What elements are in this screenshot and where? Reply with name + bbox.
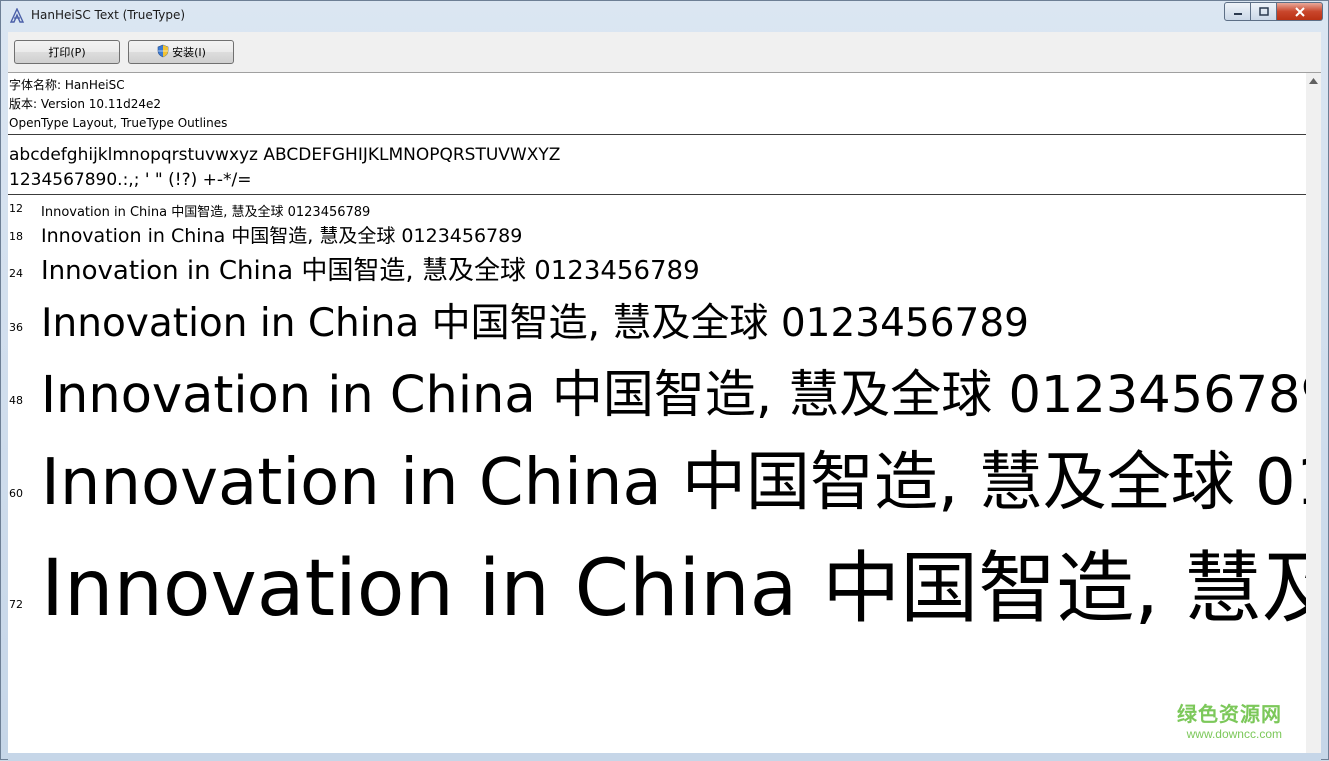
sample-size-label: 72 (9, 598, 23, 611)
close-icon (1294, 6, 1305, 17)
vertical-scrollbar[interactable] (1306, 73, 1321, 753)
arrow-up-icon (1309, 77, 1318, 84)
title-bar[interactable]: HanHeiSC Text (TrueType) (1, 1, 1328, 31)
watermark: 绿色资源网 www.downcc.com (1177, 698, 1282, 741)
sample-size-label: 48 (9, 394, 23, 407)
sample-text: Innovation in China 中国智造, 慧及全球 012345678… (41, 205, 371, 220)
font-app-icon (9, 7, 25, 24)
print-button[interactable]: 打印(P) (14, 40, 120, 64)
window-title: HanHeiSC Text (TrueType) (31, 8, 186, 22)
install-button-label: 安装(I) (172, 46, 206, 59)
sample-text: Innovation in China 中国智造, 慧及全球 012345678… (41, 446, 1306, 520)
sample-size-label: 24 (9, 267, 23, 280)
font-name-text: 字体名称: HanHeiSC (9, 78, 125, 92)
watermark-name: 绿色资源网 (1177, 702, 1282, 726)
sample-size-label: 18 (9, 230, 23, 243)
minimize-button[interactable] (1224, 2, 1251, 21)
font-version-text: 版本: Version 10.11d24e2 (9, 97, 162, 111)
print-button-label: 打印(P) (48, 46, 86, 59)
install-button[interactable]: 安装(I) (128, 40, 234, 64)
sample-text: Innovation in China 中国智造, 慧及全球 012345678… (41, 256, 700, 286)
charset-digits: 1234567890.:,; ' " (!?) +-*/= (9, 170, 252, 190)
divider (8, 194, 1306, 195)
toolbar: 打印(P) 安装(I) (8, 32, 1321, 73)
sample-text: Innovation in China 中国智造, 慧及全球 012345678… (41, 225, 523, 247)
sample-size-label: 12 (9, 202, 23, 215)
charset-letters: abcdefghijklmnopqrstuvwxyz ABCDEFGHIJKLM… (9, 145, 561, 165)
sample-size-label: 60 (9, 487, 23, 500)
sample-text: Innovation in China 中国智造, 慧及全球 012345678… (41, 366, 1306, 425)
watermark-url: www.downcc.com (1186, 727, 1282, 741)
sample-text: Innovation in China 中国智造, 慧及全球 012345678… (41, 544, 1306, 634)
maximize-icon (1258, 6, 1269, 16)
charset-preview: abcdefghijklmnopqrstuvwxyz ABCDEFGHIJKLM… (9, 143, 560, 193)
font-preview-area: 字体名称: HanHeiSC 版本: Version 10.11d24e2 Op… (8, 73, 1306, 753)
font-format-text: OpenType Layout, TrueType Outlines (9, 116, 228, 130)
font-info: 字体名称: HanHeiSC 版本: Version 10.11d24e2 Op… (9, 76, 227, 133)
sample-text: Innovation in China 中国智造, 慧及全球 012345678… (41, 301, 1029, 346)
uac-shield-icon (156, 44, 170, 61)
close-button[interactable] (1277, 2, 1323, 21)
font-viewer-window: HanHeiSC Text (TrueType) 打印(P) 安装(I) 字体名… (0, 0, 1329, 761)
minimize-icon (1233, 12, 1242, 15)
sample-size-label: 36 (9, 321, 23, 334)
divider (8, 134, 1306, 135)
window-controls (1224, 2, 1323, 22)
scroll-up-button[interactable] (1306, 73, 1321, 88)
maximize-button[interactable] (1251, 2, 1277, 21)
